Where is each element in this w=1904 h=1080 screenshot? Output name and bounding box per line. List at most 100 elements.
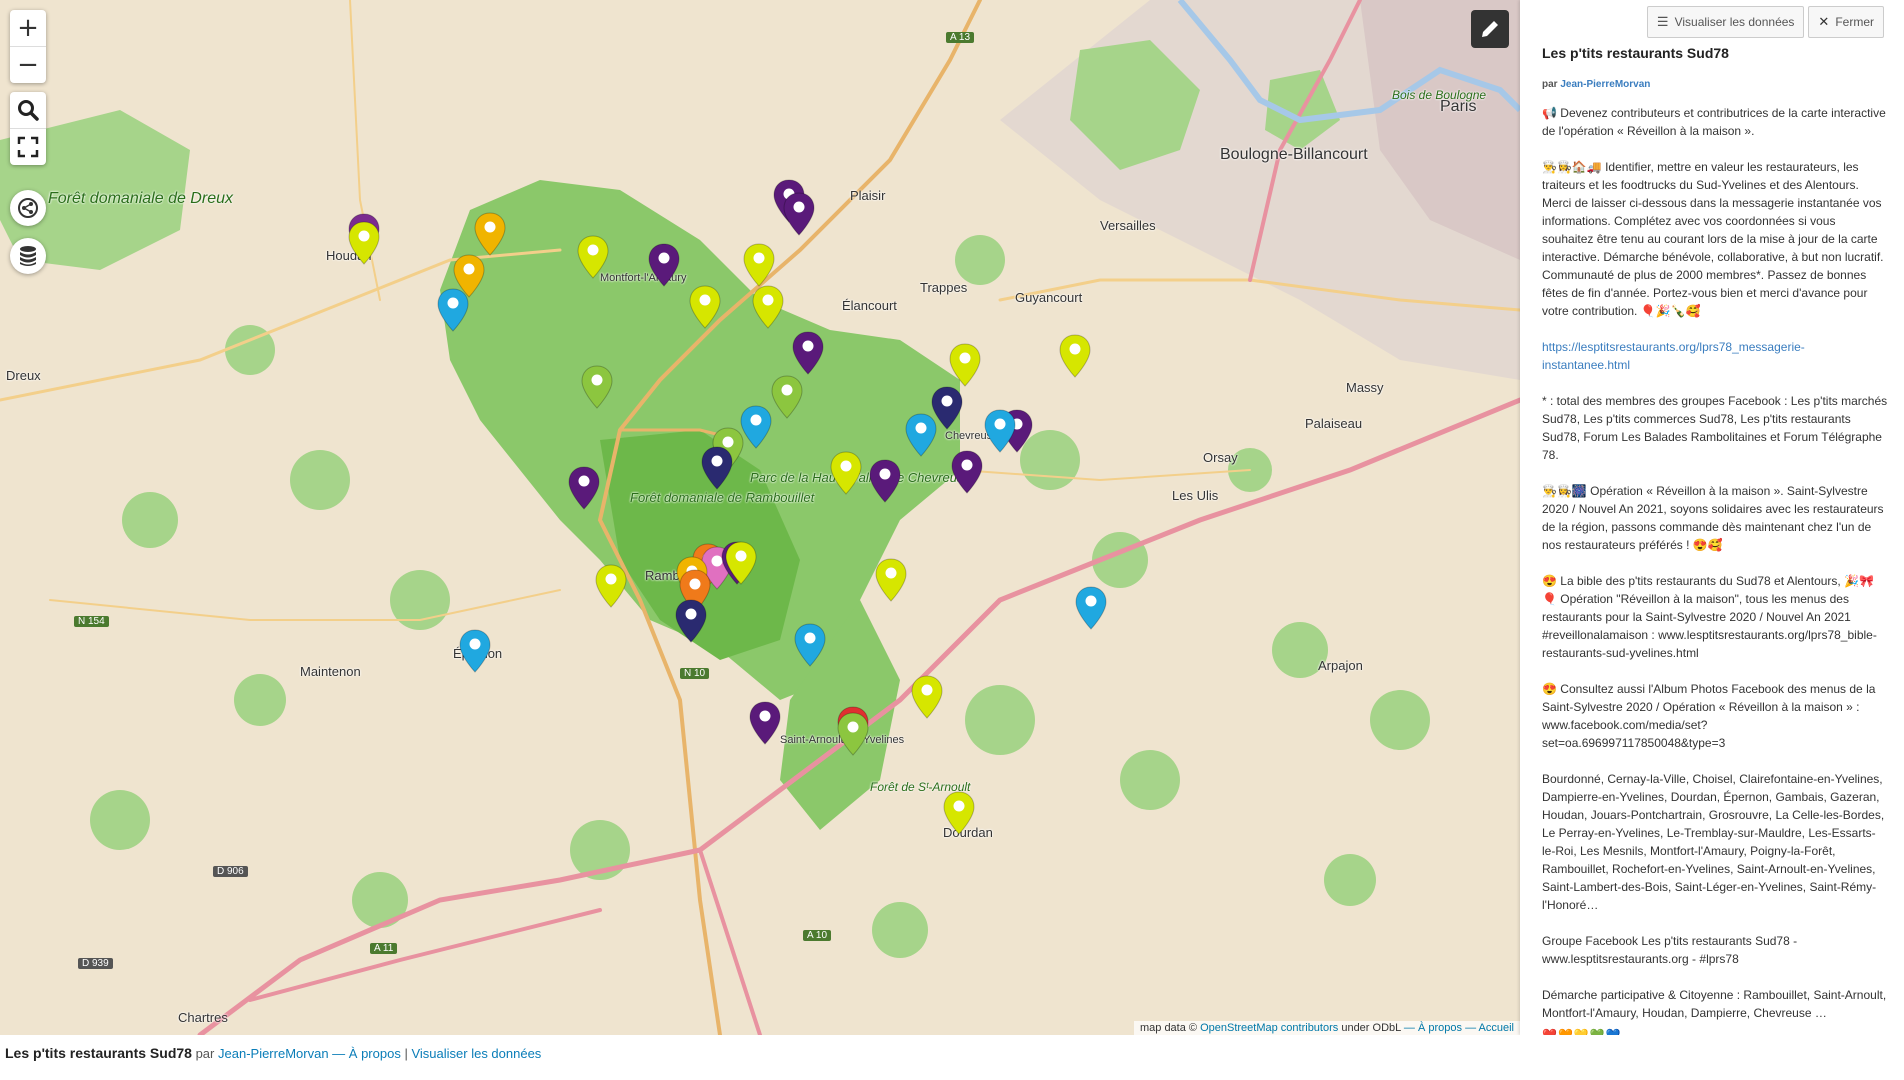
search-button[interactable] [10, 92, 46, 129]
footer-bar: Les p'tits restaurants Sud78 par Jean-Pi… [0, 1035, 1904, 1080]
map-marker[interactable] [868, 458, 902, 504]
map-pin-icon [1059, 334, 1091, 378]
map-marker[interactable] [647, 242, 681, 288]
zoom-in-button[interactable]: + [10, 10, 46, 47]
map-pin-icon [905, 413, 937, 457]
map-pin-icon [951, 450, 983, 494]
list-icon: ☰ [1656, 14, 1669, 29]
map-marker[interactable] [1058, 333, 1092, 379]
map-attribution: map data © OpenStreetMap contributors un… [1133, 1021, 1520, 1035]
map-pin-icon [943, 791, 975, 835]
map-pin-icon [689, 285, 721, 329]
map-canvas[interactable]: Paris Boulogne-Billancourt Versailles Ra… [0, 0, 1520, 1035]
map-marker[interactable] [751, 284, 785, 330]
map-marker[interactable] [874, 557, 908, 603]
map-marker[interactable] [983, 408, 1017, 454]
map-pin-icon [875, 558, 907, 602]
map-pin-icon [911, 675, 943, 719]
map-marker[interactable] [793, 622, 827, 668]
map-marker[interactable] [950, 449, 984, 495]
hearts: ❤️🧡💛💚💙 [1542, 1028, 1622, 1035]
map-pin-icon [459, 629, 491, 673]
side-panel: ☰ Visualiser les données ✕ Fermer Les p'… [1520, 0, 1904, 1035]
map-pin-icon [749, 701, 781, 745]
home-link[interactable]: — Accueil [1465, 1022, 1514, 1034]
panel-paragraph: * : total des membres des groupes Facebo… [1542, 394, 1888, 462]
map-marker[interactable] [1074, 585, 1108, 631]
map-marker[interactable] [674, 598, 708, 644]
panel-paragraph: 👨‍🍳👩‍🍳🎆 Opération « Réveillon à la maiso… [1542, 484, 1884, 552]
map-marker[interactable] [948, 342, 982, 388]
zoom-control: + − [10, 10, 46, 83]
map-marker[interactable] [594, 563, 628, 609]
footer-author-link[interactable]: Jean-PierreMorvan [218, 1046, 329, 1061]
map-marker[interactable] [829, 450, 863, 496]
map-pin-icon [830, 451, 862, 495]
close-label: Fermer [1835, 15, 1874, 29]
search-icon [18, 100, 39, 121]
map-pin-icon [783, 192, 815, 236]
map-tiles [0, 0, 1520, 1035]
map-pin-icon [725, 541, 757, 585]
tools-control [10, 92, 46, 165]
map-pin-icon [581, 365, 613, 409]
view-data-button[interactable]: ☰ Visualiser les données [1646, 6, 1805, 38]
close-icon: ✕ [1818, 14, 1830, 29]
messagerie-link[interactable]: https://lesptitsrestaurants.org/lprs78_m… [1542, 340, 1805, 372]
panel-paragraph: Bourdonné, Cernay-la-Ville, Choisel, Cla… [1542, 772, 1885, 912]
map-marker[interactable] [782, 191, 816, 237]
share-icon [18, 198, 38, 218]
map-marker[interactable] [910, 674, 944, 720]
map-pin-icon [771, 375, 803, 419]
map-marker[interactable] [580, 364, 614, 410]
panel-title: Les p'tits restaurants Sud78 [1542, 45, 1729, 61]
map-marker[interactable] [473, 211, 507, 257]
map-pin-icon [869, 459, 901, 503]
author-link[interactable]: Jean-PierreMorvan [1560, 79, 1650, 90]
map-marker[interactable] [700, 445, 734, 491]
map-marker[interactable] [567, 465, 601, 511]
footer-about-link[interactable]: — À propos [332, 1046, 401, 1061]
map-marker[interactable] [836, 711, 870, 757]
map-marker[interactable] [458, 628, 492, 674]
edit-map-button[interactable] [1471, 10, 1509, 48]
map-pin-icon [701, 446, 733, 490]
share-button[interactable] [10, 190, 46, 226]
map-marker[interactable] [770, 374, 804, 420]
map-marker[interactable] [724, 540, 758, 586]
map-marker[interactable] [904, 412, 938, 458]
close-button[interactable]: ✕ Fermer [1808, 6, 1884, 38]
osm-link[interactable]: OpenStreetMap contributors [1200, 1022, 1338, 1034]
map-marker[interactable] [688, 284, 722, 330]
map-pin-icon [474, 212, 506, 256]
map-marker[interactable] [791, 330, 825, 376]
attribution-prefix: map data © [1139, 1022, 1198, 1034]
map-marker[interactable] [347, 220, 381, 266]
map-pin-icon [675, 599, 707, 643]
map-marker[interactable] [576, 234, 610, 280]
fullscreen-button[interactable] [10, 129, 46, 165]
map-pin-icon [792, 331, 824, 375]
map-pin-icon [648, 243, 680, 287]
map-pin-icon [837, 712, 869, 756]
footer-title: Les p'tits restaurants Sud78 [5, 1045, 192, 1061]
map-pin-icon [568, 466, 600, 510]
panel-paragraph: Groupe Facebook Les p'tits restaurants S… [1542, 934, 1798, 966]
panel-paragraph: 😍 Consultez aussi l'Album Photos Faceboo… [1542, 682, 1876, 750]
footer-separator: | [404, 1046, 408, 1061]
map-marker[interactable] [748, 700, 782, 746]
database-icon [20, 246, 36, 266]
map-marker[interactable] [742, 242, 776, 288]
footer-view-data-link[interactable]: Visualiser les données [411, 1046, 541, 1061]
zoom-out-button[interactable]: − [10, 47, 46, 83]
pencil-icon [1482, 21, 1498, 37]
map-pin-icon [752, 285, 784, 329]
map-pin-icon [743, 243, 775, 287]
layers-button[interactable] [10, 238, 46, 274]
about-link[interactable]: — À propos [1404, 1022, 1462, 1034]
panel-paragraph: Démarche participative & Citoyenne : Ram… [1542, 988, 1887, 1020]
map-pin-icon [1075, 586, 1107, 630]
map-marker[interactable] [942, 790, 976, 836]
author-prefix: par [1542, 79, 1558, 90]
map-marker[interactable] [436, 287, 470, 333]
